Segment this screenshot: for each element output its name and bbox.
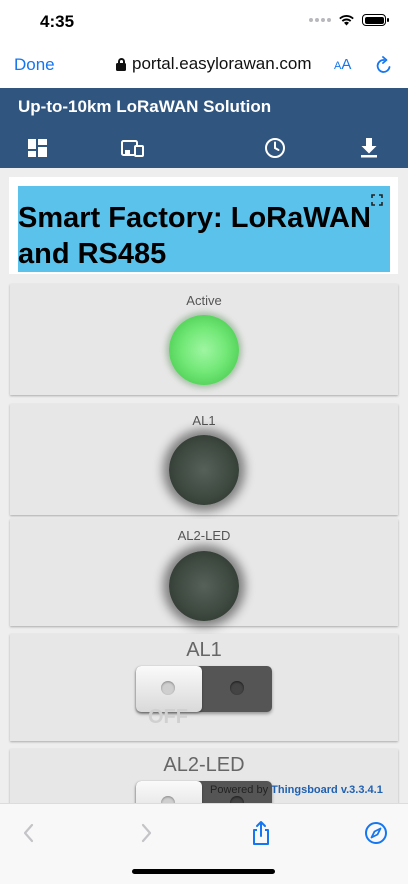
switch-label: AL2-LED — [163, 754, 245, 776]
switch-label: AL1 — [186, 639, 222, 661]
led-widget-active: Active — [10, 284, 398, 395]
dashboard-icon[interactable] — [24, 134, 52, 162]
led-label: AL2-LED — [177, 528, 231, 543]
dashboard-header-title: Up-to-10km LoRaWAN Solution — [18, 97, 272, 116]
share-icon[interactable] — [248, 820, 274, 846]
title-banner: Smart Factory: LoRaWAN and RS485 — [18, 186, 390, 272]
lock-icon — [116, 57, 126, 71]
url-text: portal.easylorawan.com — [132, 54, 312, 73]
dashboard-toolbar — [0, 128, 408, 168]
led-label: Active — [186, 293, 222, 308]
back-icon[interactable] — [16, 820, 42, 846]
powered-by-text: Powered by — [210, 784, 269, 796]
fullscreen-icon[interactable] — [371, 194, 383, 206]
status-icons — [309, 14, 389, 26]
led-indicator-al2-led — [169, 551, 239, 621]
download-icon[interactable] — [355, 134, 383, 162]
led-widget-al2-led: AL2-LED — [10, 519, 398, 626]
title-widget: Smart Factory: LoRaWAN and RS485 — [9, 177, 398, 274]
switch-indicator-dot — [230, 681, 244, 695]
status-time: 4:35 — [40, 12, 75, 31]
devices-icon[interactable] — [119, 134, 147, 162]
text-size-big-a: A — [341, 56, 352, 73]
browser-toolbar: Done portal.easylorawan.com AA — [0, 44, 408, 89]
battery-icon — [362, 14, 389, 26]
forward-icon[interactable] — [133, 820, 159, 846]
thingsboard-link[interactable]: Thingsboard v.3.3.4.1 — [271, 784, 383, 796]
done-button[interactable]: Done — [14, 55, 55, 75]
status-bar: 4:35 — [0, 0, 408, 44]
compass-icon[interactable] — [363, 820, 389, 846]
reload-icon[interactable] — [374, 56, 394, 76]
switch-indicator-dot — [230, 796, 244, 803]
cellular-signal-icon — [309, 18, 331, 22]
home-indicator — [132, 869, 275, 874]
clock-icon[interactable] — [261, 134, 289, 162]
led-indicator-active — [169, 315, 239, 385]
address-bar[interactable]: portal.easylorawan.com — [116, 54, 312, 74]
text-size-button[interactable]: AA — [334, 56, 351, 73]
switch-widget-al1: AL1 OFF — [10, 634, 398, 741]
switch-knob[interactable] — [136, 781, 202, 803]
wifi-icon — [339, 14, 354, 26]
led-label: AL1 — [192, 413, 216, 428]
powered-by: Powered by Thingsboard v.3.3.4.1 — [210, 784, 383, 796]
dashboard-title: Smart Factory: LoRaWAN and RS485 — [18, 202, 371, 270]
dashboard-content: Smart Factory: LoRaWAN and RS485 Active … — [0, 168, 408, 803]
led-widget-al1: AL1 — [10, 404, 398, 515]
dashboard-header: Up-to-10km LoRaWAN Solution — [0, 88, 408, 168]
led-indicator-al1 — [169, 435, 239, 505]
switch-state-text: OFF — [148, 706, 188, 728]
